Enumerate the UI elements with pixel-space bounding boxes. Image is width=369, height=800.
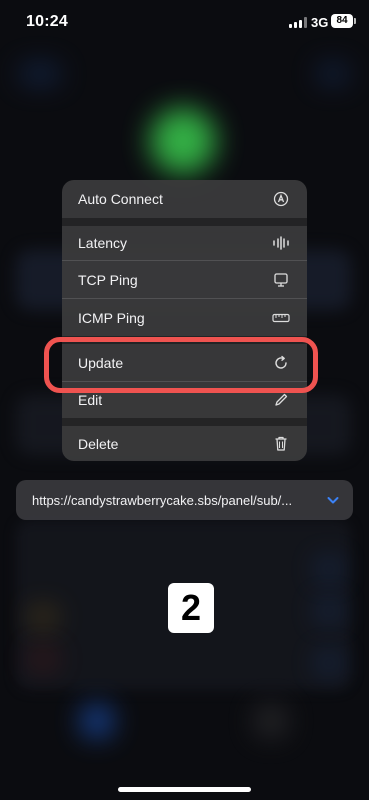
step-number-badge: 2 [168, 583, 214, 633]
menu-item-icmp-ping[interactable]: ICMP Ping [62, 299, 307, 336]
menu-item-label: Latency [78, 235, 128, 251]
context-menu: Auto Connect Latency TCP Ping ICMP Ping … [62, 180, 307, 461]
network-type: 3G [311, 15, 329, 30]
cellular-signal-icon [289, 17, 307, 28]
home-indicator[interactable] [118, 787, 251, 792]
status-time: 10:24 [26, 13, 68, 30]
blurred-list-icon [318, 560, 340, 578]
menu-group-gap [62, 418, 307, 426]
blurred-tab-icon [82, 706, 112, 736]
blurred-top-right-control [318, 66, 348, 82]
menu-item-latency[interactable]: Latency [62, 226, 307, 260]
blurred-flag [30, 610, 56, 624]
update-highlight-annotation [44, 337, 318, 393]
subscription-url-selector[interactable]: https://candystrawberrycake.sbs/panel/su… [16, 480, 353, 520]
menu-item-delete[interactable]: Delete [62, 426, 307, 461]
blurred-list-icon [318, 654, 340, 672]
battery-icon: 84 [331, 14, 356, 28]
menu-item-label: ICMP Ping [78, 309, 145, 326]
menu-item-label: Edit [78, 392, 103, 408]
menu-item-auto-connect[interactable]: Auto Connect [62, 180, 307, 218]
menu-item-label: TCP Ping [78, 271, 138, 288]
auto-connect-icon [272, 190, 290, 208]
blurred-list-icon [318, 602, 340, 620]
ruler-icon [272, 309, 290, 327]
blurred-tab-icon [256, 706, 286, 736]
menu-item-label: Auto Connect [78, 191, 163, 207]
monitor-icon [272, 271, 290, 289]
trash-icon [272, 435, 290, 453]
status-bar: 10:24 3G 84 [0, 0, 369, 46]
menu-group-gap [62, 218, 307, 226]
blurred-flag [30, 652, 56, 666]
subscription-url: https://candystrawberrycake.sbs/panel/su… [32, 492, 293, 508]
menu-item-tcp-ping[interactable]: TCP Ping [62, 261, 307, 298]
pencil-icon [272, 391, 290, 409]
connect-button-blurred [150, 108, 216, 174]
blurred-top-left-control [20, 66, 60, 82]
menu-item-label: Delete [78, 435, 119, 452]
chevron-down-icon [325, 492, 341, 508]
latency-icon [272, 234, 290, 252]
